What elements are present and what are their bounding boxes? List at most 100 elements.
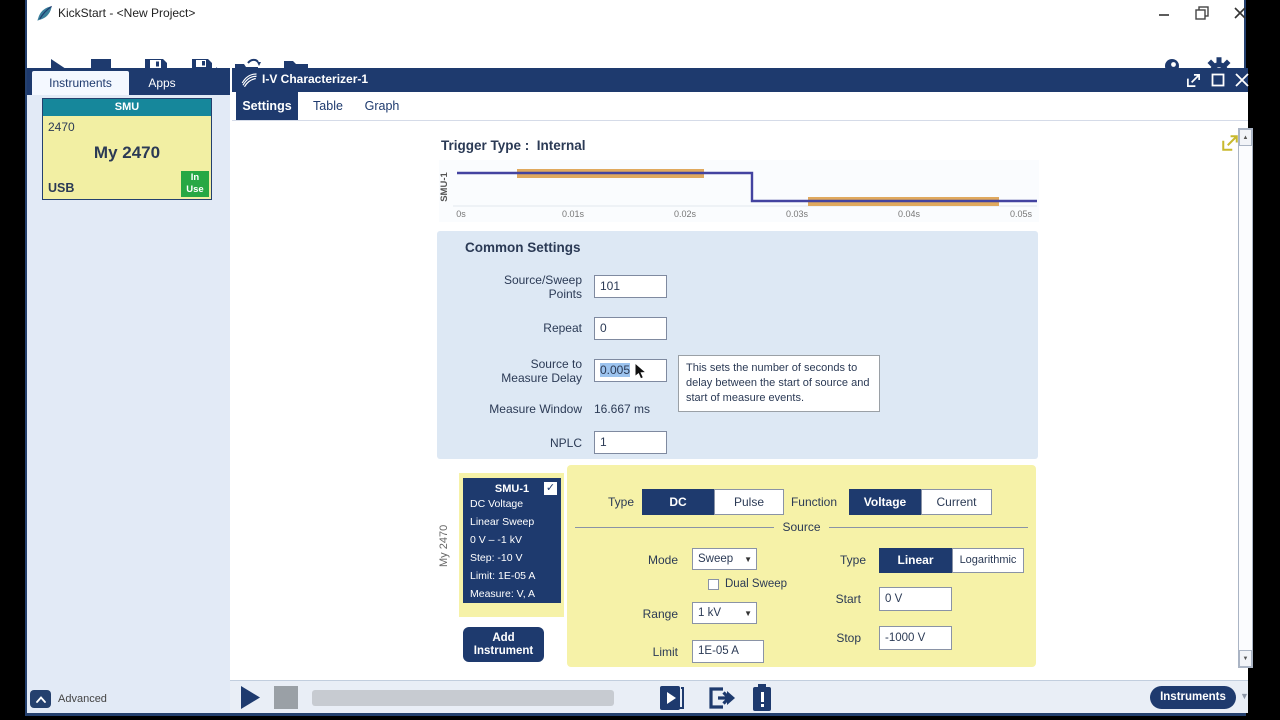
nplc-label: NPLC: [437, 436, 582, 450]
settings-content: ▲ ▼ Trigger Type : Internal SMU-1: [232, 121, 1248, 680]
delay-tooltip: This sets the number of seconds to delay…: [678, 355, 880, 412]
sidebar-tab-bar: Instruments Apps: [27, 68, 230, 95]
common-settings-heading: Common Settings: [465, 240, 581, 255]
scroll-up-button[interactable]: ▲: [1239, 129, 1252, 146]
start-input[interactable]: 0 V: [879, 587, 952, 611]
minimize-icon: [1158, 7, 1170, 19]
restore-button[interactable]: [1190, 0, 1214, 26]
dropdown-caret-icon: ▼: [744, 549, 752, 571]
measure-window-label: Measure Window: [437, 402, 582, 416]
abort-icon[interactable]: [274, 686, 298, 709]
advanced-label: Advanced: [58, 693, 107, 705]
drawer-caret-icon[interactable]: ▼: [1240, 691, 1249, 701]
stop-input[interactable]: -1000 V: [879, 626, 952, 650]
run-control-bar: Instruments ▼: [230, 680, 1248, 713]
x-tick-3: 0.03s: [786, 209, 809, 219]
kickstart-logo-icon: [35, 4, 54, 23]
maximize-panel-button[interactable]: [1207, 70, 1229, 90]
minimize-button[interactable]: [1152, 0, 1176, 26]
range-select[interactable]: 1 kV▼: [692, 602, 757, 624]
export-data-icon[interactable]: [707, 684, 737, 712]
source-to-measure-delay-label: Source to Measure Delay: [437, 357, 582, 385]
maximize-icon: [1211, 73, 1225, 87]
instruments-sidebar: Instruments Apps SMU 2470 My 2470 USB In…: [27, 68, 230, 713]
x-tick-5: 0.05s: [1010, 209, 1033, 219]
common-settings-panel: Common Settings Source/Sweep Points 101 …: [437, 231, 1038, 459]
vertical-scrollbar[interactable]: ▲ ▼: [1238, 128, 1253, 668]
smu-card-line: Step: -10 V: [470, 552, 523, 564]
tab-settings[interactable]: Settings: [236, 92, 298, 120]
instrument-type-header: SMU: [43, 99, 211, 116]
device-group-label: My 2470: [438, 501, 452, 591]
sweep-type-option-linear[interactable]: Linear: [879, 548, 952, 573]
nplc-input[interactable]: 1: [594, 431, 667, 454]
mode-label: Mode: [598, 553, 678, 567]
close-button[interactable]: [1228, 0, 1252, 26]
popout-panel-button[interactable]: [1182, 70, 1204, 90]
popout-icon: [1186, 73, 1201, 88]
x-tick-0: 0s: [456, 209, 466, 219]
source-section-divider: Source: [575, 520, 1028, 534]
source-sweep-points-input[interactable]: 101: [594, 275, 667, 298]
smu-card[interactable]: SMU-1 ✓ DC Voltage Linear Sweep 0 V – -1…: [463, 478, 561, 603]
limit-label: Limit: [598, 645, 678, 659]
start-label: Start: [781, 592, 861, 606]
sidebar-tab-apps[interactable]: Apps: [129, 71, 195, 95]
smu-card-checkbox[interactable]: ✓: [544, 482, 557, 495]
dual-sweep-label: Dual Sweep: [725, 578, 787, 590]
mode-select[interactable]: Sweep▼: [692, 548, 757, 570]
measure-window-value: 16.667 ms: [594, 402, 650, 416]
chevron-up-icon: [36, 696, 46, 703]
instruments-drawer-button[interactable]: Instruments: [1150, 686, 1236, 709]
function-option-current[interactable]: Current: [921, 489, 992, 515]
run-test-script-icon[interactable]: [657, 684, 685, 712]
function-option-voltage[interactable]: Voltage: [849, 489, 921, 515]
function-label: Function: [737, 495, 837, 509]
scroll-down-button[interactable]: ▼: [1239, 650, 1252, 667]
instrument-name: My 2470: [43, 143, 211, 163]
tab-table[interactable]: Table: [306, 92, 350, 120]
limit-input[interactable]: 1E-05 A: [692, 640, 764, 663]
close-panel-button[interactable]: [1231, 70, 1253, 90]
range-label: Range: [598, 607, 678, 621]
sweep-type-label: Type: [786, 553, 866, 567]
smu-card-line: Limit: 1E-05 A: [470, 570, 535, 582]
source-config-panel: Type DC Pulse Function Voltage Current S…: [567, 465, 1036, 667]
instrument-card[interactable]: SMU 2470 My 2470 USB InUse: [42, 98, 212, 200]
repeat-label: Repeat: [437, 321, 582, 335]
source-to-measure-delay-input[interactable]: 0.005: [594, 359, 667, 382]
main-toolbar: [27, 27, 1244, 66]
panel-title: I-V Characterizer-1: [262, 72, 368, 86]
smu-card-holder: SMU-1 ✓ DC Voltage Linear Sweep 0 V – -1…: [459, 473, 564, 617]
window-title: KickStart - <New Project>: [58, 6, 195, 20]
dropdown-caret-icon: ▼: [744, 603, 752, 625]
advanced-expand-button[interactable]: [30, 690, 51, 708]
trigger-type-label: Trigger Type :: [441, 138, 529, 153]
sidebar-tab-instruments[interactable]: Instruments: [32, 71, 129, 95]
trigger-waveform: SMU-1 0s 0.01s 0.02s 0.03s 0.04s 0.05s: [439, 160, 1039, 222]
source-sweep-points-label: Source/Sweep Points: [437, 273, 582, 301]
dual-sweep-checkbox[interactable]: [708, 579, 719, 590]
type-option-dc[interactable]: DC: [642, 489, 714, 515]
app-window: KickStart - <New Project>: [25, 0, 1246, 716]
x-tick-4: 0.04s: [898, 209, 921, 219]
progress-bar: [312, 690, 614, 706]
repeat-input[interactable]: 0: [594, 317, 667, 340]
x-tick-1: 0.01s: [562, 209, 585, 219]
smu-card-line: DC Voltage: [470, 498, 523, 510]
title-bar: KickStart - <New Project>: [27, 0, 1244, 27]
close-icon: [1234, 7, 1246, 19]
tab-graph[interactable]: Graph: [358, 92, 406, 120]
error-log-icon[interactable]: [751, 684, 773, 712]
run-icon[interactable]: [240, 685, 261, 710]
smu-card-line: Measure: V, A: [470, 588, 535, 600]
in-use-badge: InUse: [181, 171, 209, 197]
sweep-type-option-logarithmic[interactable]: Logarithmic: [952, 548, 1024, 573]
add-instrument-button[interactable]: AddInstrument: [463, 627, 544, 662]
close-panel-icon: [1235, 73, 1249, 87]
panel-tab-bar: Settings Table Graph: [232, 92, 1248, 121]
advanced-row: Advanced: [30, 689, 107, 709]
x-tick-2: 0.02s: [674, 209, 697, 219]
trigger-type-heading: Trigger Type : Internal: [441, 138, 586, 153]
popout-chart-icon[interactable]: [1221, 134, 1239, 152]
